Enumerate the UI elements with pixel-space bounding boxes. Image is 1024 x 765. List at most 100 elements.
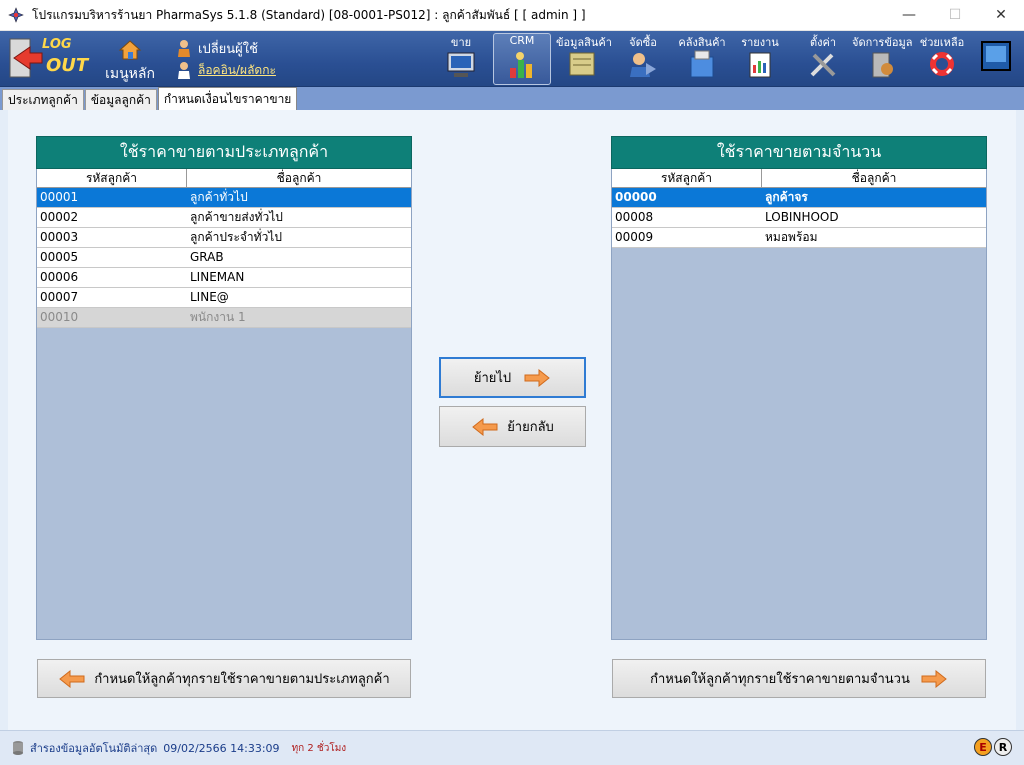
right-col-name[interactable]: ชื่อลูกค้า: [762, 169, 986, 187]
table-row[interactable]: 00005 GRAB: [37, 248, 411, 268]
toolbar-product[interactable]: ข้อมูลสินค้า: [556, 33, 612, 85]
toolbar-crm[interactable]: CRM: [493, 33, 551, 85]
minimize-button[interactable]: —: [886, 0, 932, 30]
report-icon: [749, 52, 771, 78]
toolbar-warehouse[interactable]: คลังสินค้า: [676, 33, 728, 85]
cell-name: LINE@: [190, 290, 229, 304]
cell-name: ลูกค้าทั่วไป: [190, 190, 248, 204]
r-badge-icon[interactable]: R: [994, 738, 1012, 756]
toolbar-crm-label: CRM: [509, 34, 535, 47]
cell-name: LOBINHOOD: [765, 210, 839, 224]
purchase-icon: [630, 53, 656, 77]
toolbar-settings[interactable]: ตั้งค่า: [802, 33, 844, 85]
e-badge-icon[interactable]: E: [974, 738, 992, 756]
toolbar-report[interactable]: รายงาน: [738, 33, 782, 85]
logout-text-top: LOG: [42, 37, 72, 52]
backup-timestamp: 09/02/2566 14:33:09: [163, 741, 280, 755]
table-row[interactable]: 00006 LINEMAN: [37, 268, 411, 288]
cell-code: 00007: [40, 290, 79, 304]
left-panel-title: ใช้ราคาขายตามประเภทลูกค้า: [36, 136, 412, 169]
left-col-name[interactable]: ชื่อลูกค้า: [187, 169, 411, 187]
cell-code: 00009: [615, 230, 654, 244]
table-row[interactable]: 00003 ลูกค้าประจำทั่วไป: [37, 228, 411, 248]
switch-user-button[interactable]: เปลี่ยนผู้ใช้: [176, 37, 276, 59]
status-bar: สำรองข้อมูลอัตโนมัติล่าสุด 09/02/2566 14…: [0, 730, 1024, 765]
warehouse-icon: [690, 50, 714, 78]
cell-code: 00005: [40, 250, 79, 264]
logout-button[interactable]: LOG OUT: [8, 35, 90, 83]
move-to-label: ย้ายไป: [473, 371, 512, 386]
toolbar-purchase[interactable]: จัดซื้อ: [622, 33, 664, 85]
toolbar-help[interactable]: ช่วยเหลือ: [916, 33, 968, 85]
cell-name: หมอพร้อม: [765, 230, 818, 244]
left-panel: ใช้ราคาขายตามประเภทลูกค้า รหัสลูกค้า ชื่…: [36, 136, 412, 640]
backup-label: สำรองข้อมูลอัตโนมัติล่าสุด: [30, 742, 158, 755]
cell-name: พนักงาน 1: [190, 310, 246, 324]
close-button[interactable]: ✕: [978, 0, 1024, 30]
tab-bar: ประเภทลูกค้า ข้อมูลลูกค้า กำหนดเงื่อนไขร…: [0, 87, 1024, 110]
set-all-quantity-label: กำหนดให้ลูกค้าทุกรายใช้ราคาขายตามจำนวน: [650, 672, 910, 687]
cell-code: 00006: [40, 270, 79, 284]
data-manage-icon: [872, 52, 893, 78]
table-row[interactable]: 00010 พนักงาน 1: [37, 308, 411, 328]
pos-icon: [447, 52, 475, 77]
table-row[interactable]: 00009 หมอพร้อม: [612, 228, 986, 248]
cell-code: 00003: [40, 230, 79, 244]
table-row[interactable]: 00007 LINE@: [37, 288, 411, 308]
table-row[interactable]: 00002 ลูกค้าขายส่งทั่วไป: [37, 208, 411, 228]
cell-name: ลูกค้าขายส่งทั่วไป: [190, 210, 283, 224]
app-logo-icon: [8, 7, 24, 23]
right-panel-title: ใช้ราคาขายตามจำนวน: [611, 136, 987, 169]
crm-chart-icon: [510, 52, 532, 78]
right-grid[interactable]: รหัสลูกค้า ชื่อลูกค้า 00000 ลูกค้าจร 000…: [611, 169, 987, 640]
right-panel: ใช้ราคาขายตามจำนวน รหัสลูกค้า ชื่อลูกค้า…: [611, 136, 987, 640]
toolbar-screen-button[interactable]: [976, 33, 1016, 85]
database-icon: [13, 741, 23, 755]
tab-customer-info[interactable]: ข้อมูลลูกค้า: [84, 89, 157, 110]
switch-user-label: เปลี่ยนผู้ใช้: [198, 41, 258, 57]
cell-name: GRAB: [190, 250, 224, 264]
left-grid-header: รหัสลูกค้า ชื่อลูกค้า: [37, 169, 411, 188]
main-content: ใช้ราคาขายตามประเภทลูกค้า รหัสลูกค้า ชื่…: [0, 110, 1024, 730]
cell-name: LINEMAN: [190, 270, 245, 284]
cell-code: 00002: [40, 210, 79, 224]
move-back-label: ย้ายกลับ: [507, 420, 554, 435]
toolbar-data-manage[interactable]: จัดการข้อมูล: [852, 33, 912, 85]
product-icon: [569, 52, 595, 76]
arrow-left-icon: [59, 669, 85, 688]
window-title: โปรแกรมบริหารร้านยา PharmaSys 5.1.8 (Sta…: [32, 7, 586, 22]
main-toolbar: LOG OUT เมนูหลัก เปลี่ยนผู้ใช้ ล็อคอิน/ผ…: [0, 31, 1024, 87]
home-menu-button[interactable]: เมนูหลัก: [100, 37, 160, 83]
right-col-code[interactable]: รหัสลูกค้า: [612, 169, 762, 187]
cell-code: 00008: [615, 210, 654, 224]
users-icon: [178, 62, 190, 79]
settings-icon: [810, 53, 836, 77]
set-all-customer-type-label: กำหนดให้ลูกค้าทุกรายใช้ราคาขายตามประเภทล…: [94, 672, 390, 687]
left-col-code[interactable]: รหัสลูกค้า: [37, 169, 187, 187]
user-area: เปลี่ยนผู้ใช้ ล็อคอิน/ผลัดกะ: [176, 37, 276, 83]
tab-price-conditions[interactable]: กำหนดเงื่อนไขราคาขาย: [157, 87, 298, 110]
toolbar-sell[interactable]: ขาย: [440, 33, 482, 85]
move-back-button[interactable]: ย้ายกลับ: [439, 406, 586, 447]
login-history-label: ล็อคอิน/ผลัดกะ: [198, 62, 276, 77]
table-row[interactable]: 00000 ลูกค้าจร: [612, 188, 986, 208]
table-row[interactable]: 00008 LOBINHOOD: [612, 208, 986, 228]
arrow-left-icon: [472, 417, 498, 436]
set-all-quantity-button[interactable]: กำหนดให้ลูกค้าทุกรายใช้ราคาขายตามจำนวน: [612, 659, 986, 698]
home-icon: [118, 40, 142, 60]
move-to-button[interactable]: ย้ายไป: [439, 357, 586, 398]
left-grid[interactable]: รหัสลูกค้า ชื่อลูกค้า 00001 ลูกค้าทั่วไป…: [36, 169, 412, 640]
arrow-right-icon: [921, 669, 947, 688]
maximize-button[interactable]: ☐: [932, 0, 978, 30]
cell-code: 00001: [40, 190, 79, 204]
cell-name: ลูกค้าจร: [765, 190, 808, 204]
screen-icon: [981, 41, 1011, 71]
arrow-right-icon: [524, 368, 550, 387]
cell-code: 00000: [615, 190, 657, 204]
title-bar: โปรแกรมบริหารร้านยา PharmaSys 5.1.8 (Sta…: [0, 0, 1024, 31]
set-all-customer-type-button[interactable]: กำหนดให้ลูกค้าทุกรายใช้ราคาขายตามประเภทล…: [37, 659, 411, 698]
tab-customer-type[interactable]: ประเภทลูกค้า: [2, 89, 84, 110]
login-history-link[interactable]: ล็อคอิน/ผลัดกะ: [176, 59, 276, 81]
table-row[interactable]: 00001 ลูกค้าทั่วไป: [37, 188, 411, 208]
user-icon: [178, 40, 190, 57]
